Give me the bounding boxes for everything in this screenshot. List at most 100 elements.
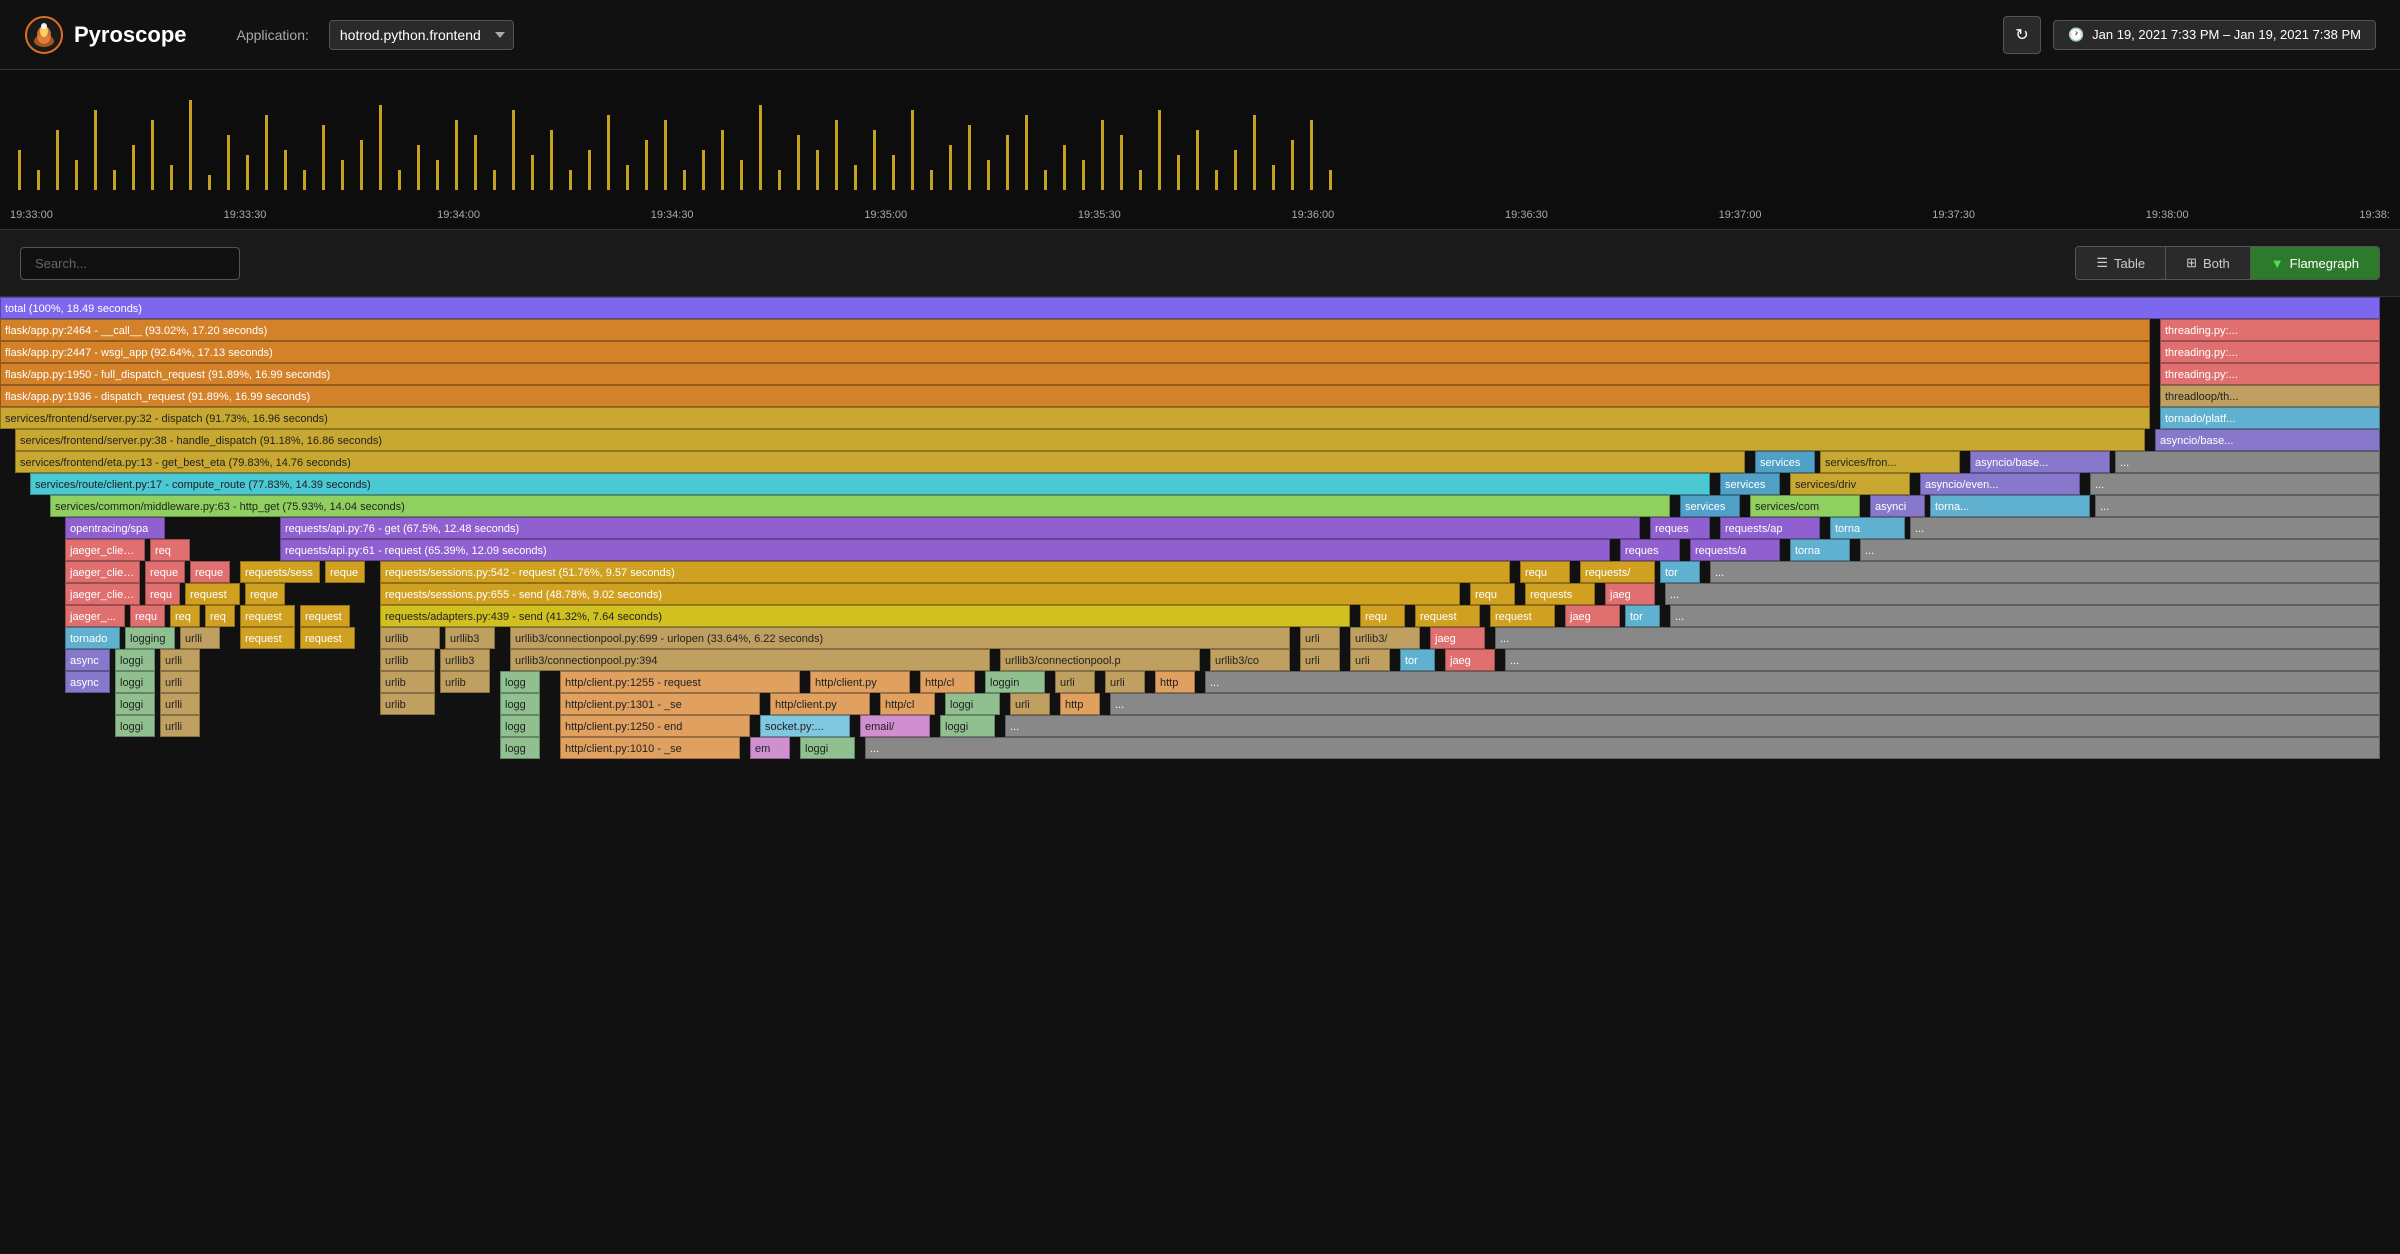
flame-block[interactable]: urlli (180, 627, 220, 649)
flame-block[interactable]: flask/app.py:1936 - dispatch_request (91… (0, 385, 2150, 407)
flame-block[interactable]: urli (1105, 671, 1145, 693)
flame-block[interactable]: urllib3 (445, 627, 495, 649)
flame-block[interactable]: flask/app.py:2464 - __call__ (93.02%, 17… (0, 319, 2150, 341)
flame-block[interactable]: requests/ (1580, 561, 1655, 583)
flame-block[interactable]: urli (1350, 649, 1390, 671)
flame-block[interactable]: requests/api.py:61 - request (65.39%, 12… (280, 539, 1610, 561)
flame-block[interactable]: urlli (160, 671, 200, 693)
flame-block[interactable]: ... (1860, 539, 2380, 561)
flame-block[interactable]: ... (1110, 693, 2380, 715)
flame-block[interactable]: async (65, 671, 110, 693)
flame-block[interactable]: tornado/platf... (2160, 407, 2380, 429)
flame-block[interactable]: http/client.py:1010 - _se (560, 737, 740, 759)
flame-block[interactable]: ... (1710, 561, 2380, 583)
flame-block[interactable]: http/client.py:1250 - end (560, 715, 750, 737)
flame-block[interactable]: urlli (160, 693, 200, 715)
flame-block[interactable]: urllib (380, 627, 440, 649)
flame-block[interactable]: urli (1055, 671, 1095, 693)
flame-block[interactable]: request (300, 627, 355, 649)
flame-block[interactable]: tor (1660, 561, 1700, 583)
flame-block[interactable]: reques (1650, 517, 1710, 539)
flame-block[interactable]: ... (1205, 671, 2380, 693)
flame-block[interactable]: http/cl (920, 671, 975, 693)
flame-block[interactable]: urllib3 (440, 649, 490, 671)
flame-block[interactable]: jaeger_... (65, 605, 125, 627)
flame-block[interactable]: req (205, 605, 235, 627)
flame-block[interactable]: req (150, 539, 190, 561)
flame-block[interactable]: req (170, 605, 200, 627)
flame-block[interactable]: ... (1005, 715, 2380, 737)
flame-block[interactable]: urllib3/ (1350, 627, 1420, 649)
flame-block[interactable]: requests/sessions.py:655 - send (48.78%,… (380, 583, 1460, 605)
flame-block[interactable]: requ (1520, 561, 1570, 583)
flame-block[interactable]: ... (2115, 451, 2380, 473)
both-view-button[interactable]: ⊞ Both (2166, 247, 2251, 279)
flame-block[interactable]: torna... (1930, 495, 2090, 517)
flame-block[interactable]: flask/app.py:2447 - wsgi_app (92.64%, 17… (0, 341, 2150, 363)
flame-block[interactable]: requ (1470, 583, 1515, 605)
flame-block[interactable]: requests/a (1690, 539, 1780, 561)
flame-block[interactable]: ... (2095, 495, 2380, 517)
flame-block[interactable]: ... (865, 737, 2380, 759)
flame-block[interactable]: requests/sess (240, 561, 320, 583)
flame-block[interactable]: torna (1830, 517, 1905, 539)
flame-block[interactable]: request (240, 627, 295, 649)
flame-block[interactable]: reque (145, 561, 185, 583)
flame-block[interactable]: opentracing/spa (65, 517, 165, 539)
flame-block[interactable]: requ (145, 583, 180, 605)
flame-block[interactable]: threading.py:... (2160, 341, 2380, 363)
flame-block[interactable]: urli (1300, 649, 1340, 671)
flame-block[interactable]: reque (325, 561, 365, 583)
flame-block[interactable]: ... (1665, 583, 2380, 605)
flame-block[interactable]: tor (1400, 649, 1435, 671)
flame-block[interactable]: urllib3/connectionpool.p (1000, 649, 1200, 671)
flame-block[interactable]: jaeg (1565, 605, 1620, 627)
flame-block[interactable]: request (1490, 605, 1555, 627)
flame-block[interactable]: jaeger_client/tr... (65, 561, 140, 583)
flame-block[interactable]: loggin (985, 671, 1045, 693)
flame-block[interactable]: asyncio/base... (2155, 429, 2380, 451)
flame-block[interactable]: asyncio/base... (1970, 451, 2110, 473)
flame-block[interactable]: request (300, 605, 350, 627)
flame-block[interactable]: http/cl (880, 693, 935, 715)
flame-block[interactable]: services/com (1750, 495, 1860, 517)
flame-block[interactable]: urllib3/connectionpool.py:394 (510, 649, 990, 671)
flame-block[interactable]: http/client.py:1255 - request (560, 671, 800, 693)
flame-block[interactable]: reques (1620, 539, 1680, 561)
flamegraph-container[interactable]: total (100%, 18.49 seconds)flask/app.py:… (0, 297, 2400, 1253)
flame-block[interactable]: services (1755, 451, 1815, 473)
flame-block[interactable]: torna (1790, 539, 1850, 561)
flame-block[interactable]: services/frontend/eta.py:13 - get_best_e… (15, 451, 1745, 473)
flame-block[interactable]: requests/ap (1720, 517, 1820, 539)
flame-block[interactable]: threading.py:... (2160, 319, 2380, 341)
flamegraph-view-button[interactable]: ▼ Flamegraph (2251, 247, 2379, 279)
flame-block[interactable]: em (750, 737, 790, 759)
flame-block[interactable]: socket.py:... (760, 715, 850, 737)
flame-block[interactable]: urllib (380, 649, 435, 671)
flame-block[interactable]: services/common/middleware.py:63 - http_… (50, 495, 1670, 517)
application-selector[interactable]: hotrod.python.frontend hotrod.python.bac… (329, 20, 514, 50)
flame-block[interactable]: http/client.py:1301 - _se (560, 693, 760, 715)
flame-block[interactable]: loggi (800, 737, 855, 759)
flame-block[interactable]: urllib3/co (1210, 649, 1290, 671)
flame-block[interactable]: email/ (860, 715, 930, 737)
flame-block[interactable]: threadloop/th... (2160, 385, 2380, 407)
flame-block[interactable]: flask/app.py:1950 - full_dispatch_reques… (0, 363, 2150, 385)
flame-block[interactable]: requests (1525, 583, 1595, 605)
flame-block[interactable]: request (1415, 605, 1480, 627)
flame-block[interactable]: loggi (115, 693, 155, 715)
flame-block[interactable]: reque (190, 561, 230, 583)
flame-block[interactable]: urlli (160, 715, 200, 737)
timeline[interactable]: 19:33:0019:33:3019:34:0019:34:3019:35:00… (0, 70, 2400, 230)
flame-block[interactable]: requ (1360, 605, 1405, 627)
flame-block[interactable]: request (185, 583, 240, 605)
flame-block[interactable]: total (100%, 18.49 seconds) (0, 297, 2380, 319)
search-input[interactable] (20, 247, 240, 280)
flame-block[interactable]: tornado (65, 627, 120, 649)
flame-block[interactable]: request (240, 605, 295, 627)
flame-block[interactable]: ... (2090, 473, 2380, 495)
flame-block[interactable]: urlli (160, 649, 200, 671)
flame-block[interactable]: loggi (115, 715, 155, 737)
flame-block[interactable]: services/route/client.py:17 - compute_ro… (30, 473, 1710, 495)
flame-block[interactable]: requests/api.py:76 - get (67.5%, 12.48 s… (280, 517, 1640, 539)
